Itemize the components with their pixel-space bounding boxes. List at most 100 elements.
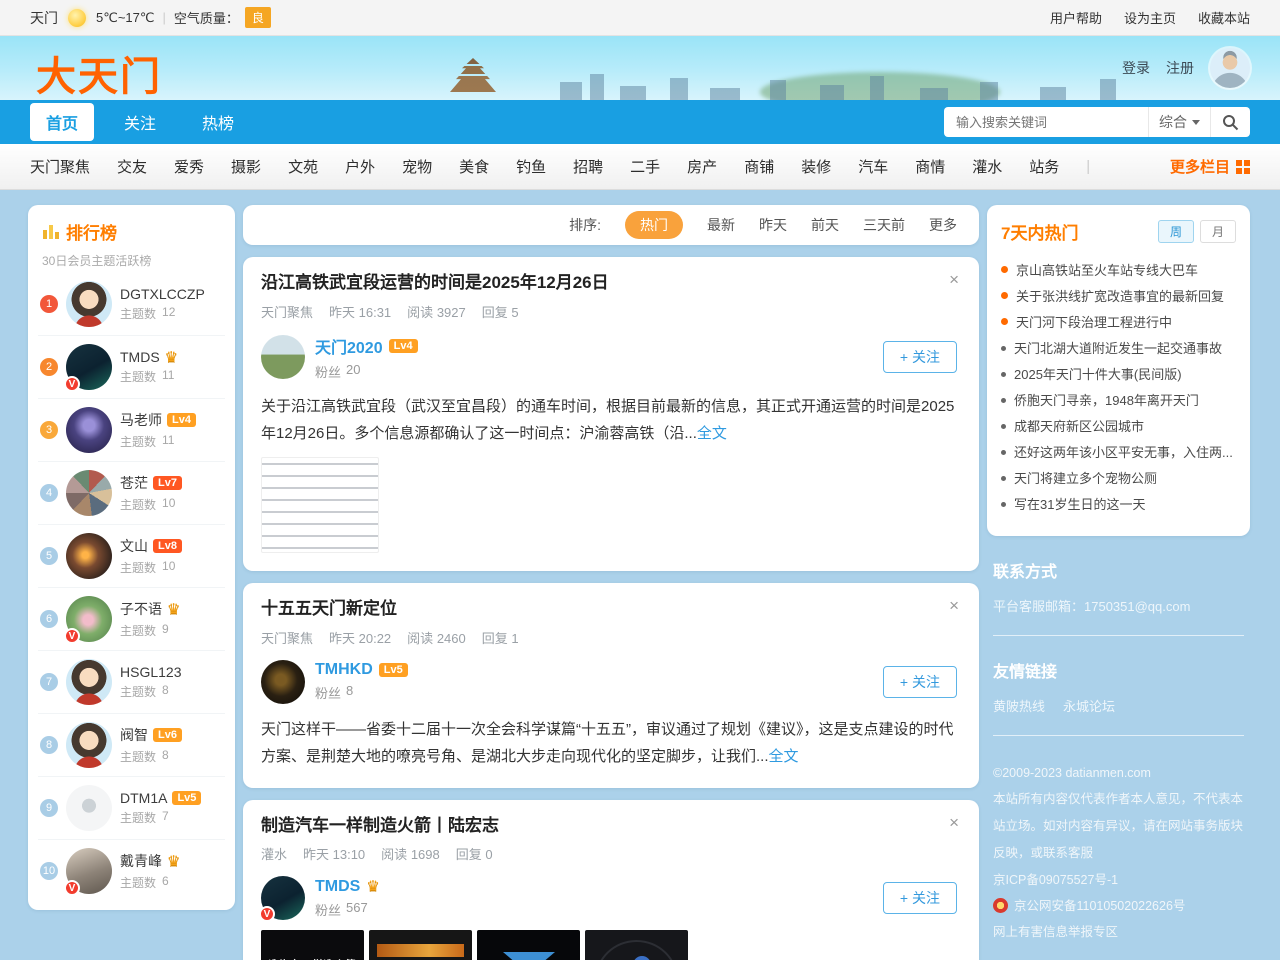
member-name[interactable]: 戴青峰: [120, 851, 162, 871]
follow-button[interactable]: + 关注: [883, 341, 957, 373]
tab-following[interactable]: 关注: [108, 103, 172, 141]
member-name[interactable]: 马老师: [120, 410, 162, 430]
hot-list-item[interactable]: 天门将建立多个宠物公厕: [1001, 466, 1236, 492]
post-thumbnail-triangles[interactable]: [477, 930, 580, 960]
member-avatar[interactable]: V: [66, 470, 112, 516]
search-input[interactable]: [944, 115, 1148, 130]
ranking-row[interactable]: 2 V TMDS ♛ 主题数 11: [38, 335, 225, 398]
category-link[interactable]: 户外: [345, 156, 375, 177]
member-avatar[interactable]: V: [66, 281, 112, 327]
ranking-row[interactable]: 4 V 苍茫 Lv7 ♛ 主题数 10: [38, 461, 225, 524]
sort-option-hot[interactable]: 热门: [625, 211, 683, 239]
full-text-link[interactable]: 全文: [769, 748, 799, 765]
bookmark-site-link[interactable]: 收藏本站: [1198, 8, 1250, 27]
register-link[interactable]: 注册: [1166, 58, 1194, 78]
post-board[interactable]: 天门聚焦: [261, 302, 313, 321]
category-link[interactable]: 站务: [1029, 156, 1059, 177]
follow-button[interactable]: + 关注: [883, 882, 957, 914]
category-link[interactable]: 招聘: [573, 156, 603, 177]
category-link[interactable]: 天门聚焦: [30, 156, 90, 177]
ranking-row[interactable]: 10 V 戴青峰 ♛ 主题数 6: [38, 839, 225, 902]
category-link[interactable]: 商铺: [744, 156, 774, 177]
close-icon[interactable]: ×: [947, 271, 961, 288]
member-avatar[interactable]: V: [66, 848, 112, 894]
member-name[interactable]: TMDS: [120, 349, 160, 365]
member-name[interactable]: HSGL123: [120, 664, 181, 680]
member-avatar[interactable]: V: [66, 596, 112, 642]
ranking-row[interactable]: 3 V 马老师 Lv4 ♛ 主题数 11: [38, 398, 225, 461]
ranking-row[interactable]: 9 V DTM1A Lv5 ♛ 主题数 7: [38, 776, 225, 839]
member-name[interactable]: DGTXLCCZP: [120, 286, 205, 302]
member-avatar[interactable]: V: [66, 785, 112, 831]
more-categories-button[interactable]: 更多栏目: [1170, 156, 1250, 177]
member-name[interactable]: 文山: [120, 536, 148, 556]
sort-option-newest[interactable]: 最新: [707, 215, 735, 235]
ranking-row[interactable]: 1 V DGTXLCCZP ♛ 主题数 12: [38, 273, 225, 335]
category-link[interactable]: 钓鱼: [516, 156, 546, 177]
user-avatar[interactable]: [1210, 48, 1250, 88]
post-thumbnail-globe[interactable]: [585, 930, 688, 960]
set-homepage-link[interactable]: 设为主页: [1124, 8, 1176, 27]
sort-option-yesterday[interactable]: 昨天: [759, 215, 787, 235]
author-name[interactable]: TMHKD: [315, 661, 373, 679]
hot-week-button[interactable]: 周: [1158, 220, 1194, 243]
post-board[interactable]: 天门聚焦: [261, 628, 313, 647]
icp-number[interactable]: 京ICP备09075527号-1: [993, 867, 1244, 893]
search-button[interactable]: [1210, 107, 1250, 137]
author-avatar[interactable]: V: [261, 876, 305, 920]
hot-list-item[interactable]: 还好这两年该小区平安无事，入住两...: [1001, 440, 1236, 466]
hot-list-item[interactable]: 侨胞天门寻亲，1948年离开天门: [1001, 388, 1236, 414]
category-link[interactable]: 文苑: [288, 156, 318, 177]
sort-option-daybefore[interactable]: 前天: [811, 215, 839, 235]
member-avatar[interactable]: V: [66, 659, 112, 705]
hot-list-item[interactable]: 天门河下段治理工程进行中: [1001, 310, 1236, 336]
search-filter-dropdown[interactable]: 综合: [1148, 107, 1210, 137]
member-name[interactable]: 子不语: [120, 599, 162, 619]
ranking-row[interactable]: 6 V 子不语 ♛ 主题数 9: [38, 587, 225, 650]
category-link[interactable]: 美食: [459, 156, 489, 177]
author-avatar[interactable]: [261, 335, 305, 379]
author-name[interactable]: TMDS: [315, 878, 360, 896]
member-name[interactable]: 苍茫: [120, 473, 148, 493]
close-icon[interactable]: ×: [947, 597, 961, 614]
post-thumbnail-text-screenshot[interactable]: [261, 457, 379, 553]
friend-link[interactable]: 黄陂热线: [993, 696, 1045, 715]
hot-list-item[interactable]: 关于张洪线扩宽改造事宜的最新回复: [1001, 284, 1236, 310]
post-title[interactable]: 制造汽车一样制造火箭丨陆宏志: [261, 814, 499, 838]
member-name[interactable]: DTM1A: [120, 790, 167, 806]
post-board[interactable]: 灌水: [261, 844, 287, 863]
post-thumbnail-diagram[interactable]: [369, 930, 472, 960]
post-title[interactable]: 十五五天门新定位: [261, 597, 397, 621]
ranking-row[interactable]: 7 V HSGL123 ♛ 主题数 8: [38, 650, 225, 713]
category-link[interactable]: 汽车: [858, 156, 888, 177]
site-logo[interactable]: 大天门: [36, 44, 162, 100]
follow-button[interactable]: + 关注: [883, 666, 957, 698]
category-link[interactable]: 交友: [117, 156, 147, 177]
tab-home[interactable]: 首页: [30, 103, 94, 141]
sort-option-more[interactable]: 更多: [929, 215, 957, 235]
report-link[interactable]: 网上有害信息举报专区: [993, 919, 1244, 945]
member-name[interactable]: 阀智: [120, 725, 148, 745]
login-link[interactable]: 登录: [1122, 58, 1150, 78]
author-name[interactable]: 天门2020: [315, 334, 383, 358]
category-link[interactable]: 二手: [630, 156, 660, 177]
tab-hot-ranking[interactable]: 热榜: [186, 103, 250, 141]
category-link[interactable]: 房产: [687, 156, 717, 177]
hot-list-item[interactable]: 京山高铁站至火车站专线大巴车: [1001, 258, 1236, 284]
author-avatar[interactable]: [261, 660, 305, 704]
user-help-link[interactable]: 用户帮助: [1050, 8, 1102, 27]
member-avatar[interactable]: V: [66, 533, 112, 579]
member-avatar[interactable]: V: [66, 344, 112, 390]
ranking-row[interactable]: 5 V 文山 Lv8 ♛ 主题数 10: [38, 524, 225, 587]
sort-option-threedays[interactable]: 三天前: [863, 215, 905, 235]
post-title[interactable]: 沿江高铁武宜段运营的时间是2025年12月26日: [261, 271, 609, 295]
hot-list-item[interactable]: 写在31岁生日的这一天: [1001, 492, 1236, 518]
hot-month-button[interactable]: 月: [1200, 220, 1236, 243]
post-thumbnail-rocket[interactable]: 造汽车一样造火箭: [261, 930, 364, 960]
category-link[interactable]: 爱秀: [174, 156, 204, 177]
hot-list-item[interactable]: 天门北湖大道附近发生一起交通事故: [1001, 336, 1236, 362]
hot-list-item[interactable]: 2025年天门十件大事(民间版): [1001, 362, 1236, 388]
member-avatar[interactable]: V: [66, 407, 112, 453]
category-link[interactable]: 装修: [801, 156, 831, 177]
full-text-link[interactable]: 全文: [697, 425, 727, 442]
